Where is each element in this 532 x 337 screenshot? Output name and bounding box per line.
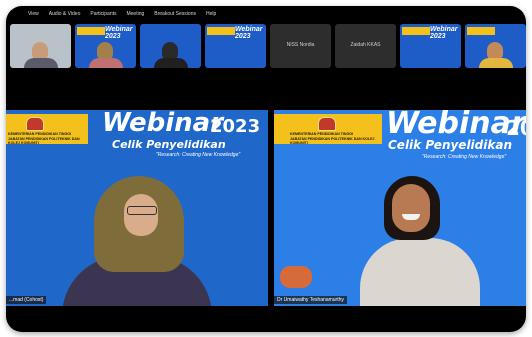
webinar-title: Webinar xyxy=(386,110,526,141)
webinar-thumb-text: Webinar 2023 xyxy=(430,26,458,40)
participant-body xyxy=(154,58,188,68)
banner-strip xyxy=(77,27,105,35)
banner-strip xyxy=(207,27,235,35)
webinar-year: 2023 xyxy=(506,116,526,140)
participant-thumb[interactable]: NISS Nordia xyxy=(270,24,331,68)
speaker-face xyxy=(392,184,430,232)
participant-strip: Webinar 2023 Webinar 2023 NISS Nordia Za… xyxy=(8,24,526,68)
webinar-tagline: "Research: Creating New Knowledge" xyxy=(156,152,241,158)
participant-body xyxy=(24,58,58,68)
menu-bar: View Audio & Video Participants Meeting … xyxy=(6,6,526,22)
participant-thumb[interactable]: Webinar 2023 xyxy=(75,24,136,68)
participant-thumb[interactable] xyxy=(140,24,201,68)
webinar-thumb-text: Webinar 2023 xyxy=(235,26,263,40)
webinar-thumb-text: Webinar 2023 xyxy=(105,26,133,40)
speaker-body xyxy=(360,238,480,306)
banner-strip xyxy=(467,27,495,35)
participant-thumb[interactable]: Webinar 2023 xyxy=(400,24,461,68)
speaker-face xyxy=(124,194,158,236)
webinar-title: Webinar xyxy=(102,110,224,138)
participant-thumb[interactable]: Zaidah KKAS xyxy=(335,24,396,68)
participant-name: Zaidah KKAS xyxy=(350,42,381,48)
zoom-window: View Audio & Video Participants Meeting … xyxy=(6,6,526,332)
ministry-text: KEMENTERIAN PENDIDIKAN TINGGI JABATAN PE… xyxy=(290,132,375,145)
ministry-text: KEMENTERIAN PENDIDIKAN TINGGI JABATAN PE… xyxy=(8,132,80,145)
participant-body xyxy=(479,58,513,68)
participant-thumb[interactable] xyxy=(465,24,526,68)
webinar-subtitle: Celik Penyelidikan xyxy=(112,138,226,151)
webinar-tagline: "Research: Creating New Knowledge" xyxy=(422,154,507,160)
participant-thumb[interactable] xyxy=(10,24,71,68)
glasses-icon xyxy=(127,206,157,215)
menu-meeting[interactable]: Meeting xyxy=(126,11,144,17)
participant-thumb[interactable]: Webinar 2023 xyxy=(205,24,266,68)
speaker-name-label: Dr Umaiwathy Teshanamurthy xyxy=(274,296,347,304)
foreground-object xyxy=(280,266,312,288)
crest-logo xyxy=(26,117,44,131)
participant-body xyxy=(89,58,123,68)
crest-logo xyxy=(318,117,336,131)
webinar-year: 2023 xyxy=(210,116,261,137)
webinar-subtitle: Celik Penyelidikan xyxy=(388,138,512,152)
participant-name: NISS Nordia xyxy=(286,42,315,48)
speaker-tile-left[interactable]: KEMENTERIAN PENDIDIKAN TINGGI JABATAN PE… xyxy=(6,110,268,306)
menu-participants[interactable]: Participants xyxy=(90,11,116,17)
banner-strip xyxy=(402,27,430,35)
menu-audio-video[interactable]: Audio & Video xyxy=(49,11,81,17)
speaker-tile-right[interactable]: KEMENTERIAN PENDIDIKAN TINGGI JABATAN PE… xyxy=(274,110,526,306)
menu-view[interactable]: View xyxy=(28,11,39,17)
speaker-name-label: ...mad (Cohost) xyxy=(6,296,47,304)
menu-breakout-sessions[interactable]: Breakout Sessions xyxy=(154,11,196,17)
menu-help[interactable]: Help xyxy=(206,11,216,17)
